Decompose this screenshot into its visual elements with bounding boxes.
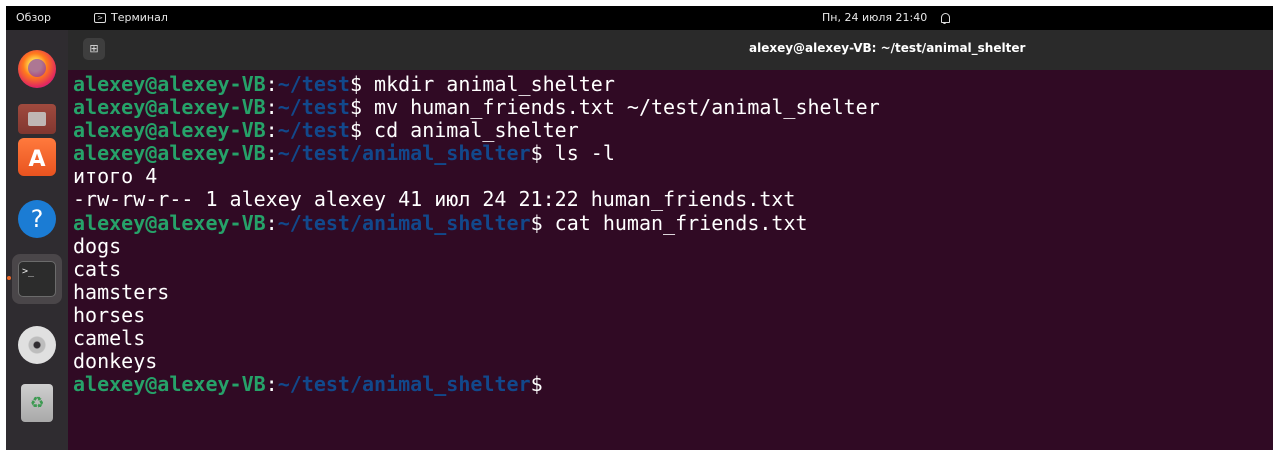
prompt-user: alexey@alexey-VB xyxy=(73,118,266,143)
prompt-user: alexey@alexey-VB xyxy=(73,141,266,166)
notification-bell-icon xyxy=(939,12,951,24)
prompt-path: ~/test xyxy=(277,118,350,143)
prompt-user: alexey@alexey-VB xyxy=(73,210,266,235)
prompt-path: ~/test/animal_shelter xyxy=(277,141,531,166)
prompt-user: alexey@alexey-VB xyxy=(73,372,266,397)
top-bar: Обзор > Терминал Пн, 24 июля 21:40 xyxy=(6,6,1273,30)
prompt-path: ~/test xyxy=(277,72,350,96)
help-icon[interactable]: ? xyxy=(18,200,56,238)
terminal-prompt-line: alexey@alexey-VB:~/test$ mv human_friend… xyxy=(73,96,880,119)
terminal-lines: alexey@alexey-VB:~/test$ mkdir animal_sh… xyxy=(73,72,880,396)
prompt-colon: : xyxy=(265,141,278,166)
terminal-output-line: donkeys xyxy=(73,349,158,374)
prompt-user: alexey@alexey-VB xyxy=(73,72,266,96)
prompt-path: ~/test/animal_shelter xyxy=(277,372,531,397)
terminal-prompt-line: alexey@alexey-VB:~/test/animal_shelter$ … xyxy=(73,142,880,165)
terminal-app-icon: > xyxy=(94,13,106,23)
disc-icon[interactable] xyxy=(18,326,56,364)
terminal-headerbar: ⊞ alexey@alexey-VB: ~/test/animal_shelte… xyxy=(68,30,1273,70)
appcenter-icon[interactable] xyxy=(18,138,56,176)
prompt-dollar: $ xyxy=(349,95,362,120)
prompt-dollar: $ xyxy=(349,118,362,143)
prompt-dollar: $ xyxy=(530,372,543,397)
overview-button[interactable]: Обзор xyxy=(16,6,51,30)
prompt-path: ~/test xyxy=(277,95,350,120)
dock-item-terminal[interactable]: >_ xyxy=(12,254,62,304)
prompt-colon: : xyxy=(265,95,278,120)
active-app-menu[interactable]: > Терминал xyxy=(94,6,168,30)
clock-menu[interactable]: Пн, 24 июля 21:40 xyxy=(822,6,951,30)
terminal-prompt-line: alexey@alexey-VB:~/test/animal_shelter$ xyxy=(73,373,880,396)
new-tab-button[interactable]: ⊞ xyxy=(83,38,105,60)
prompt-command: mv human_friends.txt ~/test/animal_shelt… xyxy=(362,95,880,120)
clock-datetime: Пн, 24 июля 21:40 xyxy=(822,11,928,24)
files-icon[interactable] xyxy=(18,104,56,134)
terminal-output-line: -rw-rw-r-- 1 alexey alexey 41 июл 24 21:… xyxy=(73,187,796,212)
prompt-dollar: $ xyxy=(530,141,543,166)
prompt-colon: : xyxy=(265,118,278,143)
prompt-dollar: $ xyxy=(530,210,543,235)
prompt-dollar: $ xyxy=(349,72,362,96)
terminal-output-line: hamsters xyxy=(73,279,170,304)
dock: ? >_ xyxy=(6,30,68,450)
terminal-icon: >_ xyxy=(18,261,56,297)
window-title: alexey@alexey-VB: ~/test/animal_shelter xyxy=(749,41,1026,55)
prompt-command: ls -l xyxy=(542,141,615,166)
running-indicator xyxy=(7,276,11,280)
prompt-command: cat human_friends.txt xyxy=(542,210,808,235)
prompt-colon: : xyxy=(265,210,278,235)
prompt-user: alexey@alexey-VB xyxy=(73,95,266,120)
terminal-output-line: horses xyxy=(73,302,146,327)
terminal-output-area[interactable]: alexey@alexey-VB:~/test$ mkdir animal_sh… xyxy=(68,70,1273,450)
terminal-prompt-line: alexey@alexey-VB:~/test$ cd animal_shelt… xyxy=(73,119,880,142)
trash-icon[interactable] xyxy=(21,384,53,422)
firefox-icon[interactable] xyxy=(18,50,56,88)
prompt-colon: : xyxy=(265,372,278,397)
terminal-output-line: camels xyxy=(73,326,146,351)
terminal-prompt-line: alexey@alexey-VB:~/test/animal_shelter$ … xyxy=(73,210,880,235)
active-app-name: Терминал xyxy=(111,11,168,24)
prompt-command: cd animal_shelter xyxy=(362,118,579,143)
terminal-output-line: итого 4 xyxy=(73,164,158,189)
prompt-path: ~/test/animal_shelter xyxy=(277,210,531,235)
prompt-command: mkdir animal_shelter xyxy=(362,72,615,96)
terminal-output-line: dogs xyxy=(73,233,122,258)
terminal-output-line: cats xyxy=(73,256,122,281)
terminal-prompt-line: alexey@alexey-VB:~/test$ mkdir animal_sh… xyxy=(73,72,880,96)
prompt-colon: : xyxy=(265,72,278,96)
